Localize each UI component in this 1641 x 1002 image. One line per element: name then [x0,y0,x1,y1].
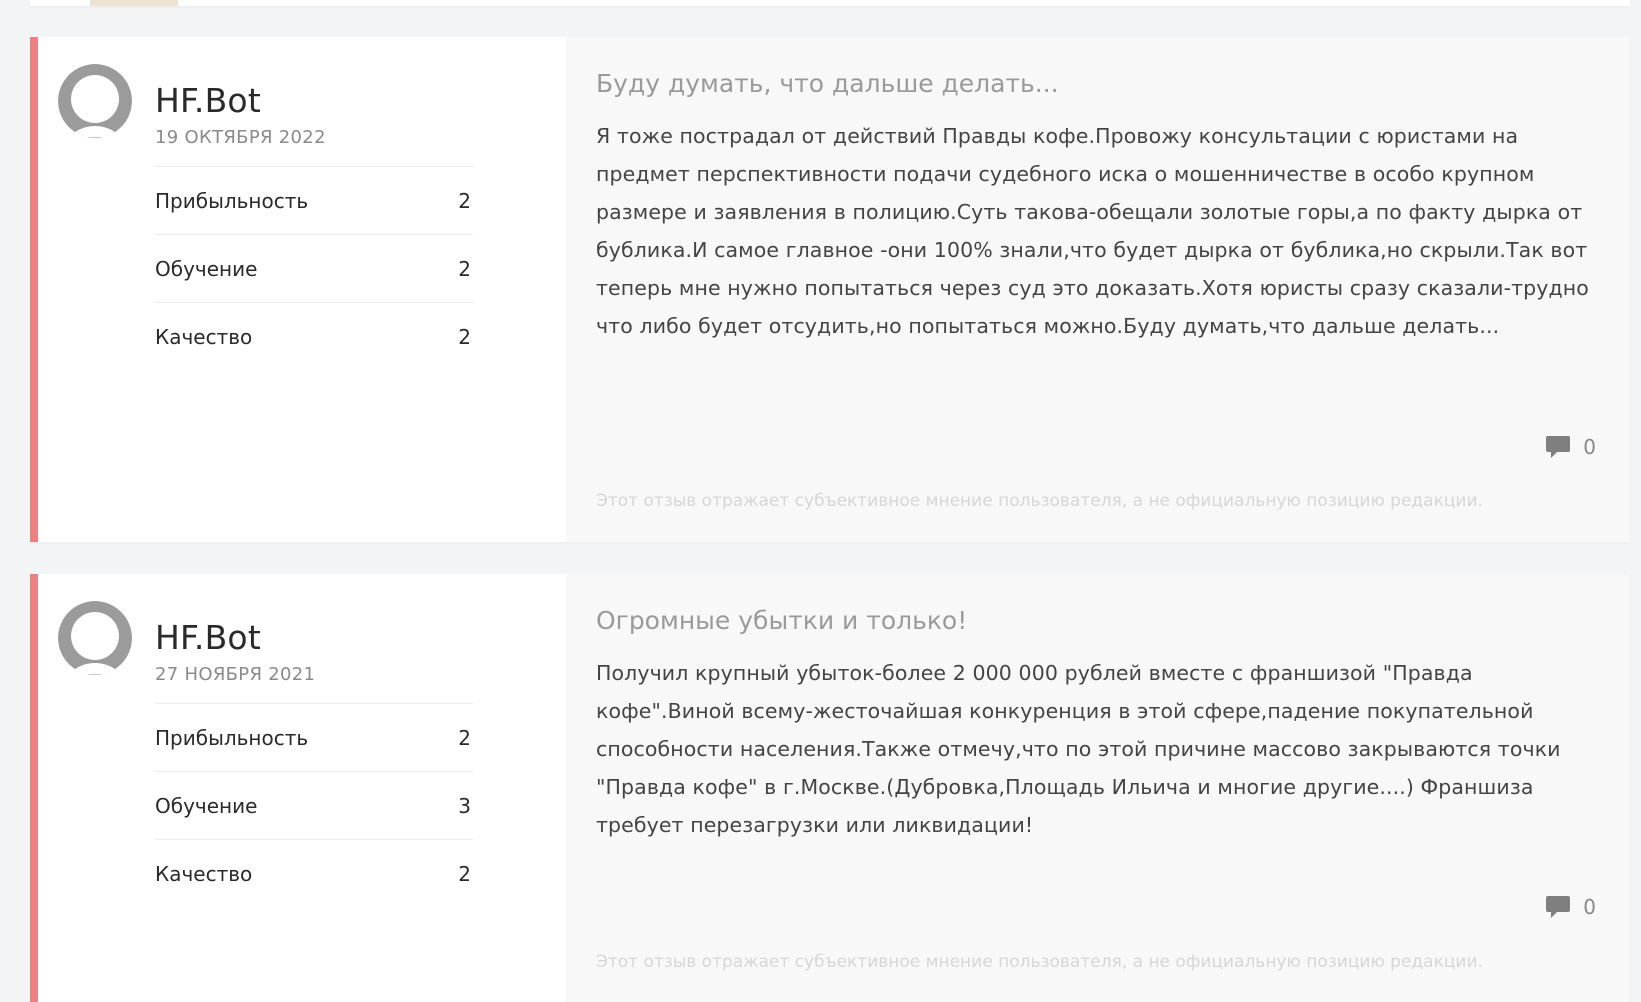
review-card: HF.Bot 19 ОКТЯБРЯ 2022 Прибыльность 2 Об… [30,37,1630,542]
avatar-underline [89,137,101,138]
comments-counter[interactable]: 0 [1545,435,1596,459]
comment-bubble-icon [1546,896,1571,918]
review-card: HF.Bot 27 НОЯБРЯ 2021 Прибыльность 2 Обу… [30,574,1630,1002]
rating-value: 2 [458,256,471,281]
review-text: Получил крупный убыток-более 2 000 000 р… [596,661,1561,837]
comment-bubble-icon [1546,436,1571,458]
review-author-panel: HF.Bot 27 НОЯБРЯ 2021 Прибыльность 2 Обу… [38,574,566,1002]
review-author-panel: HF.Bot 19 ОКТЯБРЯ 2022 Прибыльность 2 Об… [38,37,566,542]
rating-row-profitability: Прибыльность 2 [155,703,473,771]
avatar-underline [89,674,101,675]
review-text: Я тоже пострадал от действий Правды кофе… [596,124,1589,338]
review-ratings: Прибыльность 2 Обучение 3 Качество 2 [155,703,473,907]
comments-count: 0 [1583,435,1596,459]
review-accent-bar [30,574,38,1002]
review-author-name[interactable]: HF.Bot [155,618,261,657]
review-date: 27 НОЯБРЯ 2021 [155,664,316,685]
review-disclaimer: Этот отзыв отражает субъективное мнение … [596,491,1483,511]
rating-value: 3 [458,793,471,818]
review-title: Буду думать, что дальше делать... [596,69,1059,98]
review-accent-bar [30,37,38,542]
review-date: 19 ОКТЯБРЯ 2022 [155,127,326,148]
review-disclaimer: Этот отзыв отражает субъективное мнение … [596,952,1483,972]
comments-counter[interactable]: 0 [1545,895,1596,919]
review-content-panel: Буду думать, что дальше делать... Я тоже… [566,37,1630,542]
rating-row-training: Обучение 3 [155,771,473,839]
rating-label: Обучение [155,256,258,281]
review-ratings: Прибыльность 2 Обучение 2 Качество 2 [155,166,473,370]
top-tab-strip [30,0,1630,6]
active-tab-indicator[interactable] [90,0,178,6]
user-avatar-icon[interactable] [58,64,132,138]
rating-row-training: Обучение 2 [155,234,473,302]
rating-value: 2 [458,725,471,750]
rating-value: 2 [458,861,471,886]
rating-row-profitability: Прибыльность 2 [155,166,473,234]
rating-label: Качество [155,861,253,886]
rating-label: Прибыльность [155,188,309,213]
rating-row-quality: Качество 2 [155,839,473,907]
review-title: Огромные убытки и только! [596,606,968,635]
review-author-name[interactable]: HF.Bot [155,81,261,120]
rating-value: 2 [458,188,471,213]
rating-row-quality: Качество 2 [155,302,473,370]
comments-count: 0 [1583,895,1596,919]
review-content-panel: Огромные убытки и только! Получил крупны… [566,574,1630,1002]
rating-label: Обучение [155,793,258,818]
rating-value: 2 [458,324,471,349]
rating-label: Качество [155,324,253,349]
user-avatar-icon[interactable] [58,601,132,675]
rating-label: Прибыльность [155,725,309,750]
